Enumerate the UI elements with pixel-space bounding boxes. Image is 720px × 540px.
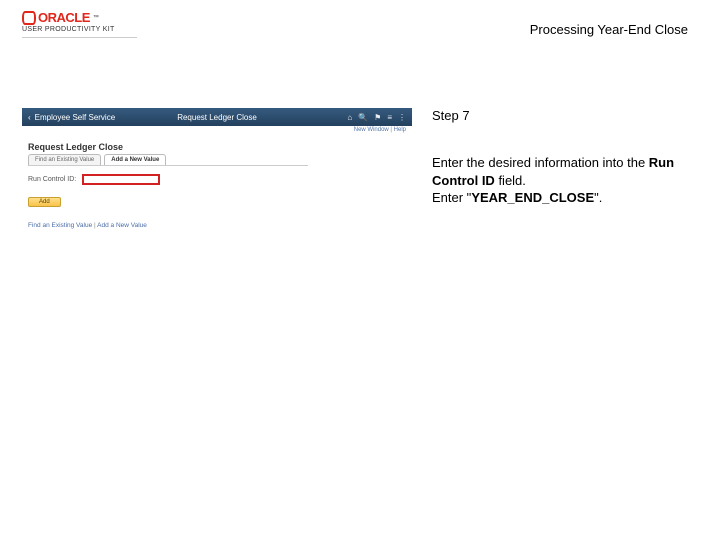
footer-add-link[interactable]: Add a New Value [97,222,147,229]
flag-icon[interactable]: ⚑ [374,113,381,122]
nav-back[interactable]: ‹ Employee Self Service [28,113,115,122]
app-screenshot-panel: ‹ Employee Self Service Request Ledger C… [22,108,412,228]
brand-kit-label: USER PRODUCTIVITY KIT [22,26,137,38]
run-control-row: Run Control ID: [28,174,412,185]
menu-icon[interactable]: ⋮ [398,113,406,122]
footer-links: Find an Existing Value | Add a New Value [28,222,412,229]
search-icon[interactable]: 🔍 [358,113,368,122]
add-button[interactable]: Add [28,197,61,207]
help-link[interactable]: Help [394,127,406,133]
app-navbar: ‹ Employee Self Service Request Ledger C… [22,108,412,126]
oracle-logo: ORACLE ™ [22,10,142,25]
doc-title: Processing Year-End Close [530,22,688,37]
nav-icon-group: ⌂ 🔍 ⚑ ≡ ⋮ [347,113,406,122]
inst-2a: Enter " [432,190,471,205]
inst-2b: ". [594,190,602,205]
inst-1b: field. [495,173,526,188]
nav-title: Request Ledger Close [177,113,257,122]
trademark: ™ [93,15,99,21]
chevron-left-icon: ‹ [28,113,31,122]
inst-2-bold: YEAR_END_CLOSE [471,190,594,205]
tab-underline [28,165,308,166]
new-window-link[interactable]: New Window [354,127,389,133]
tab-add-new[interactable]: Add a New Value [104,154,166,165]
step-label: Step 7 [432,108,470,123]
brand-header: ORACLE ™ USER PRODUCTIVITY KIT [22,10,142,38]
tab-strip: Find an Existing Value Add a New Value [22,154,412,165]
navigator-icon[interactable]: ≡ [387,113,392,122]
oracle-o-icon [22,11,36,25]
run-control-id-field[interactable] [82,174,160,185]
home-icon[interactable]: ⌂ [347,113,352,122]
inst-1a: Enter the desired information into the [432,155,649,170]
footer-find-link[interactable]: Find an Existing Value [28,222,92,229]
nav-back-label: Employee Self Service [35,113,115,122]
sub-nav: New Window | Help [22,126,412,138]
brand-name: ORACLE [38,10,90,25]
tab-find-existing[interactable]: Find an Existing Value [28,154,101,165]
run-control-label: Run Control ID: [28,176,78,183]
page-heading: Request Ledger Close [22,138,412,154]
instruction-block: Enter the desired information into the R… [432,154,682,207]
